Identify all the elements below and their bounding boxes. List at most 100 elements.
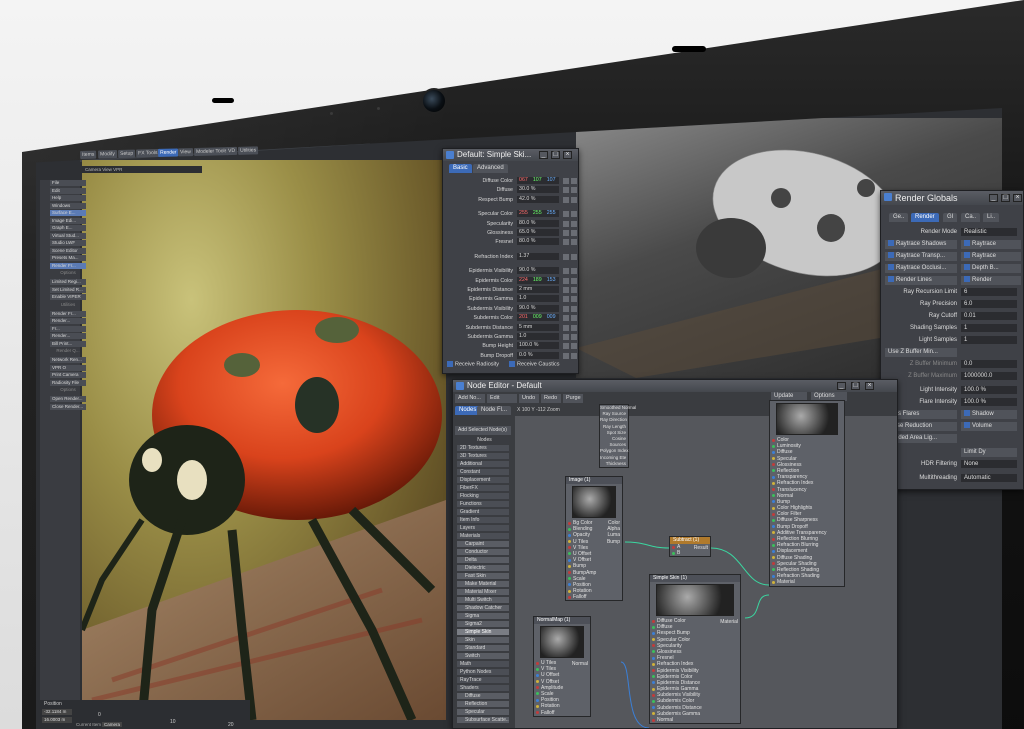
- surface-destination-node[interactable]: Color Luminosity Diffuse Specular Glossiness…: [769, 400, 845, 587]
- toolbar-item-windows[interactable]: Windows: [50, 202, 86, 209]
- param-value[interactable]: 42.0 %: [517, 195, 559, 203]
- spot-output-thickness[interactable]: Thickness: [600, 461, 628, 467]
- menu-tab-view[interactable]: View: [177, 148, 193, 157]
- spot-output-ray-length[interactable]: Ray Length: [600, 424, 628, 430]
- limit-dynamic-range-button[interactable]: Limit Dy: [961, 448, 1017, 457]
- shadows-checkbox[interactable]: Shadow: [961, 410, 1017, 419]
- node-category-displacement[interactable]: Displacement: [457, 477, 509, 484]
- node-menu-add-no[interactable]: Add No...: [455, 394, 485, 403]
- texture-icon[interactable]: [571, 187, 577, 194]
- node-category-subsurface-scatte[interactable]: Subsurface Scatte...: [457, 717, 509, 724]
- node-material-carpaint[interactable]: Carpaint: [457, 541, 509, 548]
- envelope-icon[interactable]: [563, 196, 569, 203]
- multithreading-select[interactable]: Automatic: [961, 474, 1017, 482]
- minimize-icon[interactable]: _: [539, 151, 548, 159]
- envelope-icon[interactable]: [563, 277, 569, 284]
- node-category-shaders[interactable]: Shaders: [457, 685, 509, 692]
- input-port-b[interactable]: B: [670, 550, 710, 556]
- flare-intensity-value[interactable]: 100.0 %: [961, 398, 1017, 406]
- texture-icon[interactable]: [571, 239, 577, 246]
- node-menu-undo[interactable]: Undo: [519, 394, 539, 403]
- output-port-material[interactable]: Material: [720, 619, 738, 625]
- param-value[interactable]: 5 mm: [517, 323, 559, 331]
- output-port-normal[interactable]: Normal: [572, 661, 588, 667]
- param-value[interactable]: 65.0 %: [517, 229, 559, 236]
- receive-caustics-checkbox[interactable]: Receive Caustics: [509, 361, 560, 367]
- envelope-icon[interactable]: [563, 253, 569, 260]
- viewport-header[interactable]: Camera View VPR: [82, 166, 202, 173]
- toolbar-item-render-fr[interactable]: Render Fr...: [50, 262, 86, 269]
- tab-render[interactable]: Render: [911, 213, 939, 222]
- camera-viewport[interactable]: [82, 160, 446, 720]
- tab-basic[interactable]: Basic: [449, 164, 472, 173]
- envelope-icon[interactable]: [563, 305, 569, 312]
- toolbar-item-presets-ma[interactable]: Presets Ma...: [50, 255, 86, 261]
- menu-tab-utilities[interactable]: Utilities: [237, 146, 259, 155]
- node-category-math[interactable]: Math: [457, 661, 509, 668]
- texture-icon[interactable]: [571, 334, 577, 340]
- texture-icon[interactable]: [571, 220, 577, 227]
- check-raytrace-transp[interactable]: Raytrace Transp...: [885, 252, 957, 261]
- output-port-alpha[interactable]: Alpha: [607, 526, 620, 532]
- node-category-materials[interactable]: Materials: [457, 533, 509, 540]
- toolbar-item-enable-viper[interactable]: Enable VIPER: [50, 294, 86, 300]
- texture-icon[interactable]: [571, 343, 577, 350]
- check-raytrace-occlusi[interactable]: Raytrace Occlusi...: [885, 264, 957, 273]
- node-material-skin[interactable]: Skin: [457, 637, 509, 644]
- menu-tab-modelertools[interactable]: Modeler Tools: [193, 147, 230, 157]
- tab-camera[interactable]: Ca..: [961, 213, 981, 222]
- param-value[interactable]: 0.0 %: [517, 351, 559, 359]
- close-icon[interactable]: ×: [563, 151, 572, 159]
- node-category-item-info[interactable]: Item Info: [457, 517, 509, 524]
- node-category-python-nodes[interactable]: Python Nodes: [457, 669, 509, 676]
- toolbar-item-virtual-stud[interactable]: Virtual Stud...: [50, 232, 86, 239]
- volumetric-checkbox[interactable]: Volume: [961, 422, 1017, 431]
- spot-output-polygon-index[interactable]: Polygon Index: [600, 448, 629, 454]
- simple-skin-node-title[interactable]: Simple Skin (1): [650, 575, 740, 582]
- texture-icon[interactable]: [571, 230, 577, 236]
- tab-gi[interactable]: GI: [943, 213, 958, 222]
- texture-icon[interactable]: [571, 352, 577, 359]
- toolbar-item-fr[interactable]: Fr...: [50, 325, 86, 332]
- texture-icon[interactable]: [571, 178, 577, 184]
- node-material-make-material[interactable]: Make Material: [457, 581, 509, 588]
- envelope-icon[interactable]: [563, 239, 569, 246]
- position-y[interactable]: 16.0003 m: [42, 717, 72, 723]
- envelope-icon[interactable]: [563, 211, 569, 218]
- image-node[interactable]: Image (1) Bg Color Blending Opacity U Tiles V…: [565, 476, 623, 602]
- toolbar-item-studio-lwf[interactable]: Studio LWF: [50, 240, 86, 246]
- node-category-specular[interactable]: Specular: [457, 709, 509, 716]
- toolbar-item-graph-e[interactable]: Graph E...: [50, 225, 86, 231]
- param-value[interactable]: 2 mm: [517, 286, 559, 293]
- use-zbuffer-button[interactable]: Use Z Buffer Min...: [885, 348, 957, 357]
- toolbar-item-vpr-o[interactable]: VPR O: [50, 364, 86, 371]
- node-category-flocking[interactable]: Flocking: [457, 493, 509, 500]
- menu-tab-fxtools[interactable]: FX Tools: [136, 148, 160, 158]
- toolbar-item-edit[interactable]: Edit: [50, 187, 86, 194]
- param-value[interactable]: 1.0: [517, 295, 559, 303]
- num-value-shading-samples[interactable]: 1: [961, 324, 1017, 332]
- render-mode-select[interactable]: Realistic: [961, 228, 1017, 236]
- toolbar-item-network-ren[interactable]: Network Ren...: [50, 357, 86, 363]
- subtract-node[interactable]: Subtract (1) A B Result: [669, 536, 711, 558]
- toolbar-item-bill-print[interactable]: Bill Print...: [50, 340, 86, 347]
- spot-output-incoming-ete[interactable]: Incoming Ete: [600, 455, 628, 461]
- node-category-reflection[interactable]: Reflection: [457, 701, 509, 708]
- envelope-icon[interactable]: [563, 334, 569, 340]
- normalmap-node[interactable]: NormalMap (1) U Tiles V Tiles U Offset V Off…: [533, 616, 591, 717]
- num-value-ray-cutoff[interactable]: 0.01: [961, 312, 1017, 320]
- maximize-icon[interactable]: □: [1001, 194, 1010, 202]
- texture-icon[interactable]: [571, 253, 577, 260]
- output-port-luma[interactable]: Luma: [607, 532, 620, 538]
- input-port-falloff[interactable]: Falloff: [566, 594, 622, 600]
- tab-lights[interactable]: Li..: [983, 213, 1000, 222]
- node-material-conductor[interactable]: Conductor: [457, 549, 509, 556]
- minimize-icon[interactable]: _: [989, 194, 998, 202]
- toolbar-item-open-render[interactable]: Open Render...: [50, 396, 86, 402]
- node-category-gradient[interactable]: Gradient: [457, 509, 509, 516]
- node-category-diffuse[interactable]: Diffuse: [457, 693, 509, 700]
- zbuffer-min-value[interactable]: 0.0: [961, 360, 1017, 368]
- hdr-filtering-select[interactable]: None: [961, 460, 1017, 468]
- envelope-icon[interactable]: [563, 315, 569, 322]
- output-port-result[interactable]: Result: [694, 545, 708, 551]
